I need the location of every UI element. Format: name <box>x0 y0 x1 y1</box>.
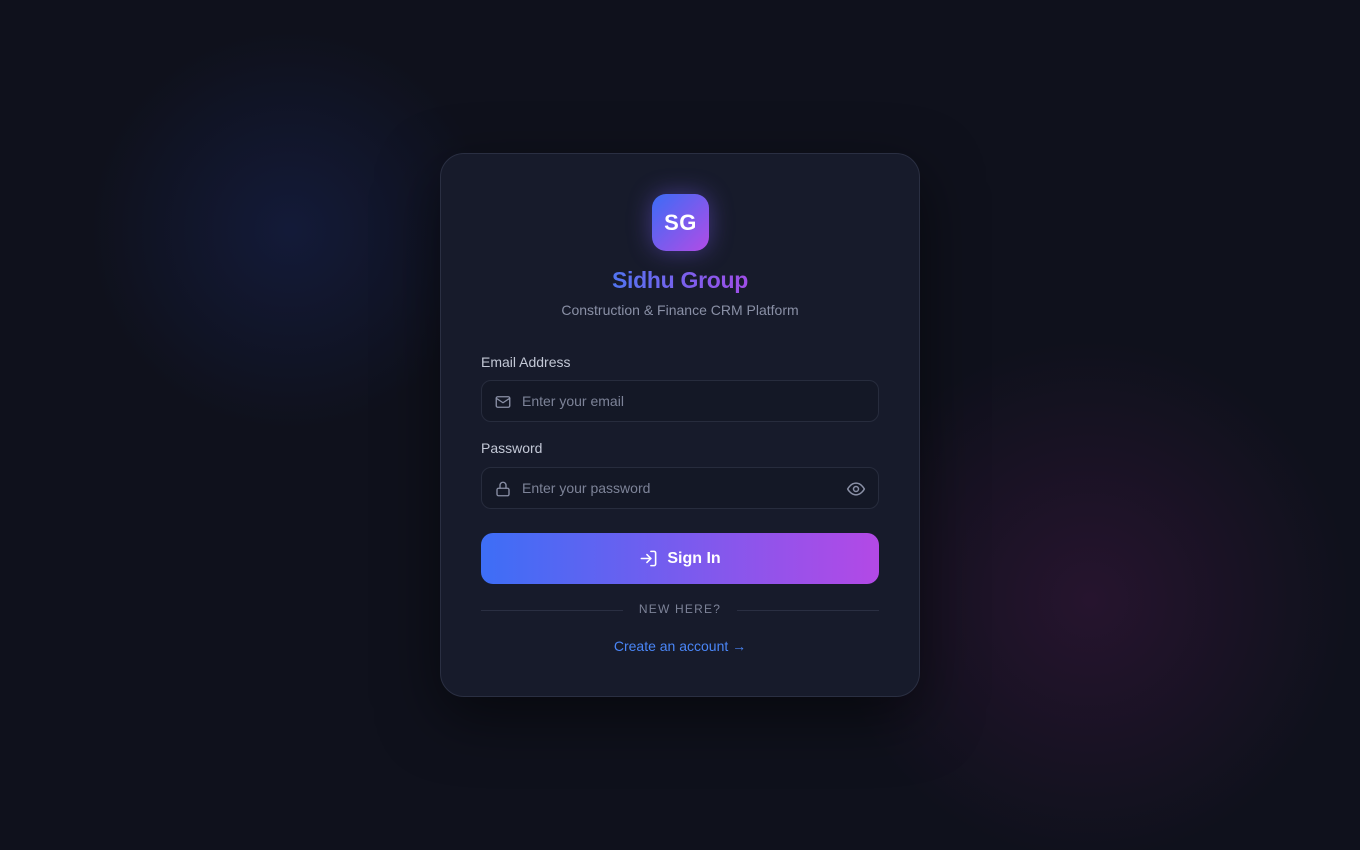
divider-text: NEW HERE? <box>638 602 722 616</box>
login-card: SG Sidhu Group Construction & Finance CR… <box>440 153 920 697</box>
eye-icon[interactable] <box>846 479 866 499</box>
password-input[interactable] <box>522 468 832 508</box>
brand-logo-text: SG <box>664 209 697 235</box>
lock-icon <box>496 481 510 497</box>
divider-line-right <box>737 610 879 611</box>
create-account-link[interactable]: Create an account → <box>614 638 746 654</box>
email-label: Email Address <box>481 354 571 370</box>
signup-row: Create an account → <box>441 638 919 654</box>
email-field[interactable] <box>481 380 879 422</box>
brand-logo: SG <box>652 194 709 251</box>
brand-name: Sidhu Group <box>600 267 760 294</box>
password-label: Password <box>481 440 543 456</box>
email-input[interactable] <box>522 381 832 421</box>
signup-divider: NEW HERE? <box>481 602 879 618</box>
password-field[interactable] <box>481 467 879 509</box>
sign-in-button[interactable]: Sign In <box>481 533 879 584</box>
mail-icon <box>495 396 511 408</box>
brand-tagline: Construction & Finance CRM Platform <box>561 302 799 318</box>
sign-in-label: Sign In <box>667 549 721 567</box>
log-in-icon <box>640 550 657 567</box>
